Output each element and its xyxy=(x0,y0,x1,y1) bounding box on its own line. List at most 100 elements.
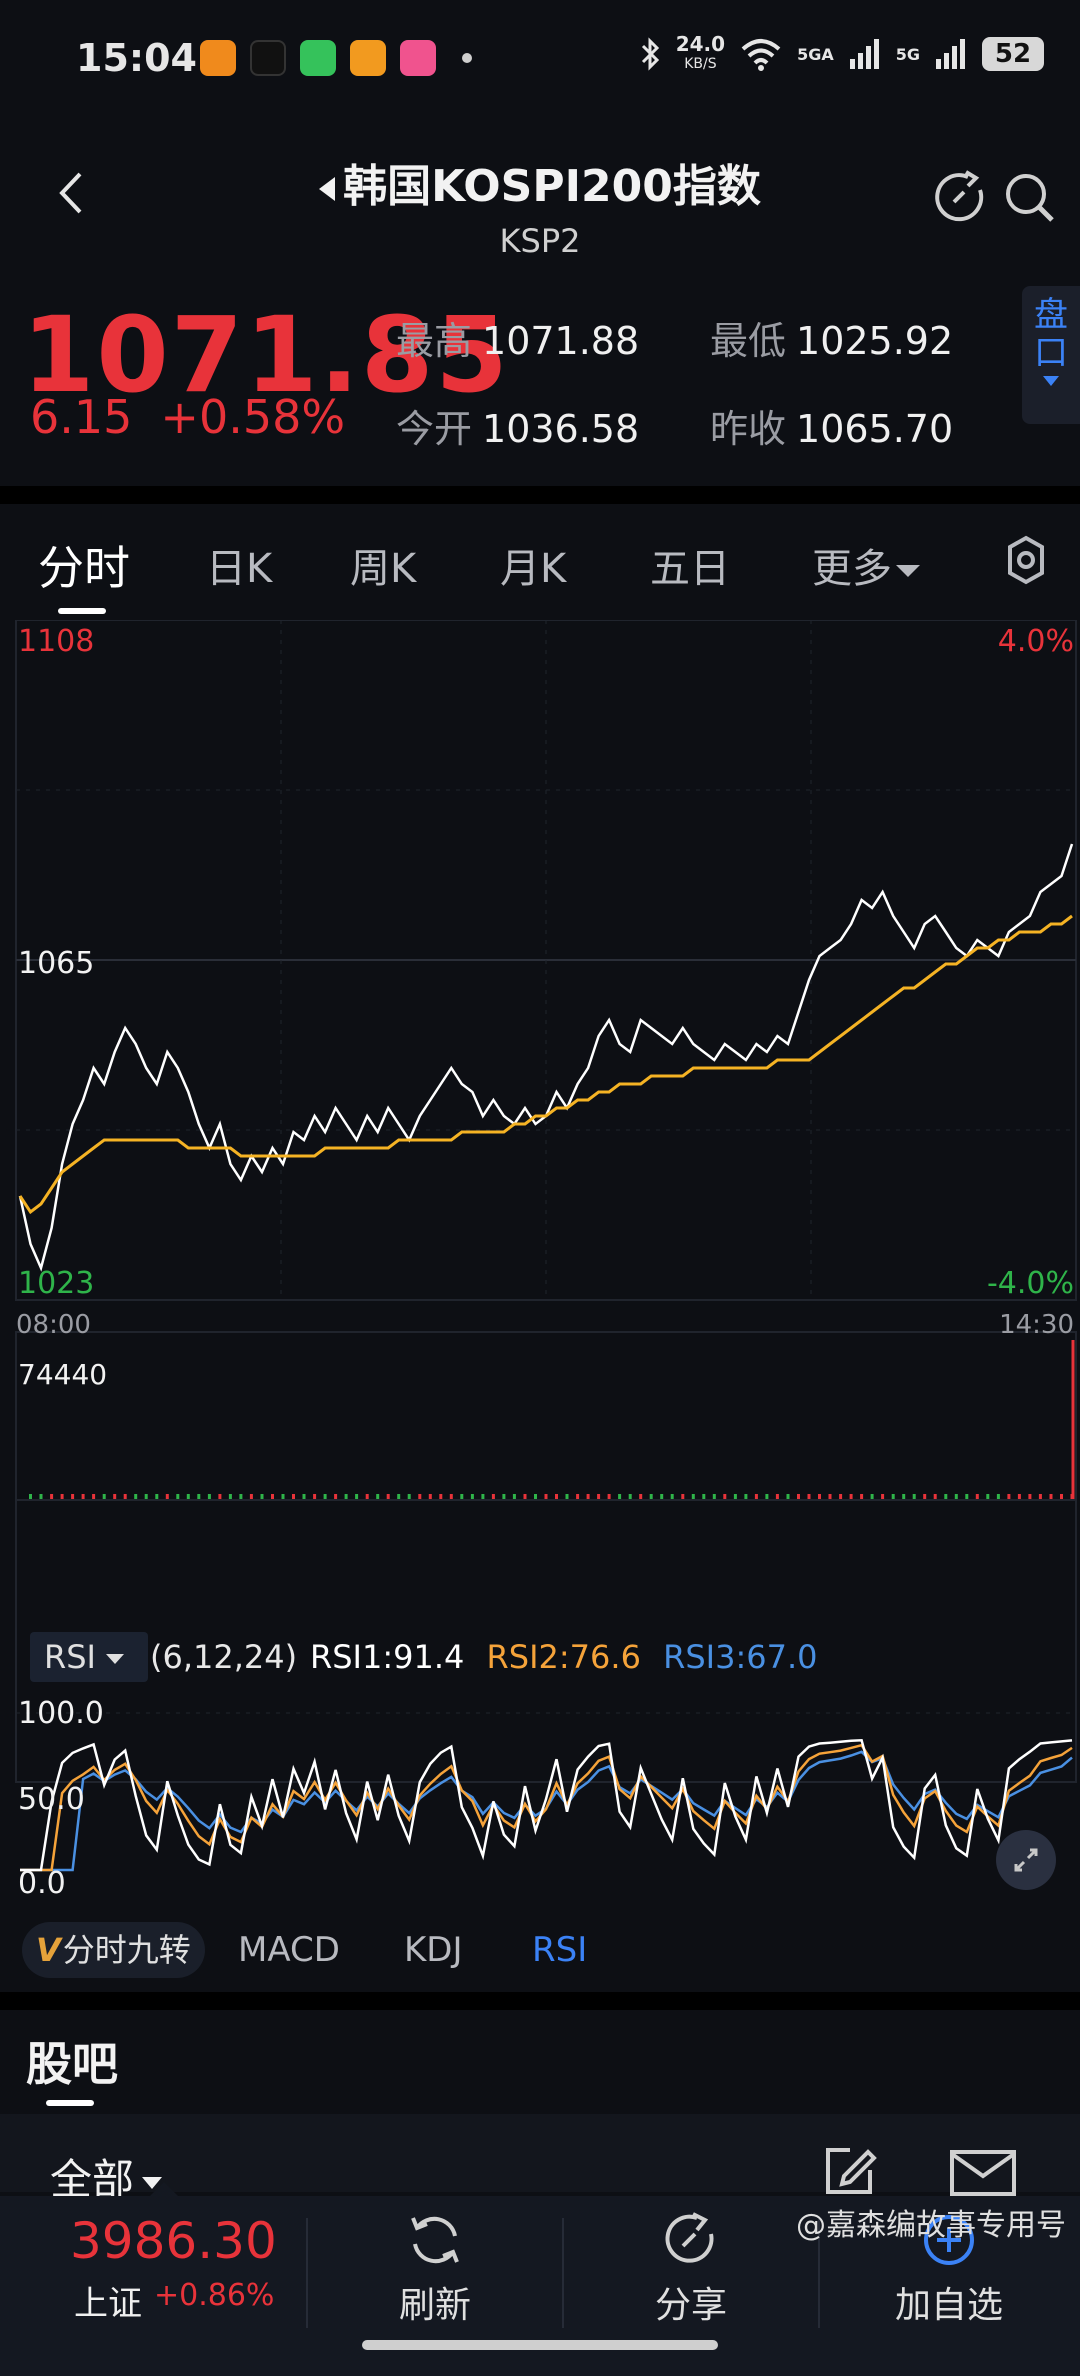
y-axis-min: 1023 xyxy=(18,1266,95,1301)
status-time: 15:04 xyxy=(76,36,197,80)
volume-bar xyxy=(786,1494,790,1499)
bilibili-icon xyxy=(400,40,436,76)
volume-bar xyxy=(818,1494,821,1499)
volume-bar xyxy=(681,1494,685,1499)
volume-bar xyxy=(512,1494,516,1499)
title-block[interactable]: 韩国KOSPI200指数 KSP2 xyxy=(0,150,1080,260)
volume-bar xyxy=(1070,1494,1074,1499)
volume-bar xyxy=(355,1494,359,1499)
tab-intraday[interactable]: 分时 xyxy=(38,532,130,598)
rsi-params: (6,12,24) xyxy=(150,1638,298,1676)
pankou-label: 盘口 xyxy=(1034,295,1068,373)
volume-bar xyxy=(807,1494,811,1499)
volume-bar xyxy=(281,1494,285,1499)
volume-bar xyxy=(386,1494,390,1499)
bottom-bar-pointer xyxy=(150,2182,178,2196)
chart-area[interactable]: 1108 4.0% 1065 1023 -4.0% 08:00 14:30 74… xyxy=(0,620,1080,1970)
share-button[interactable]: 分享 xyxy=(616,2210,766,2328)
rsi-y-100: 100.0 xyxy=(18,1696,104,1731)
mail-icon[interactable] xyxy=(948,2148,1018,2198)
phone-icon xyxy=(300,40,336,76)
price-grid xyxy=(15,620,1077,1301)
volume-bar xyxy=(923,1494,927,1499)
volume-bar xyxy=(1038,1494,1042,1499)
tab-weekly-k[interactable]: 周K xyxy=(350,536,416,594)
volume-bar xyxy=(649,1494,653,1499)
network-speed-unit: KB/S xyxy=(684,56,717,72)
volume-bar xyxy=(1028,1494,1032,1499)
volume-bar xyxy=(260,1494,264,1499)
gear-icon[interactable] xyxy=(998,532,1054,588)
app-screen: 15:04 24.0 KB/S 5GA 5G 52 韩国KOSPI200指数 K… xyxy=(0,0,1080,2376)
volume-bar xyxy=(439,1494,443,1499)
forum-title[interactable]: 股吧 xyxy=(26,2028,118,2094)
indicator-tab-jiuzhuan[interactable]: V分时九转 xyxy=(22,1922,205,1978)
bottom-separator-2 xyxy=(562,2218,564,2328)
pankou-button[interactable]: 盘口 xyxy=(1022,286,1080,424)
add-watchlist-label: 加自选 xyxy=(894,2285,1003,2326)
volume-bar xyxy=(828,1494,832,1499)
refresh-button[interactable]: 刷新 xyxy=(360,2210,510,2328)
rsi-values: RSI1:91.4 RSI2:76.6 RSI3:67.0 xyxy=(310,1638,817,1676)
volume-bar xyxy=(933,1494,937,1499)
volume-bar xyxy=(29,1494,32,1499)
expand-icon[interactable] xyxy=(996,1830,1056,1890)
volume-bar xyxy=(954,1494,958,1499)
volume-bar xyxy=(323,1494,327,1499)
volume-bar xyxy=(975,1494,979,1499)
tab-five-day[interactable]: 五日 xyxy=(650,536,730,594)
volume-bar xyxy=(912,1494,916,1499)
volume-bar xyxy=(50,1494,54,1499)
home-indicator[interactable] xyxy=(362,2340,718,2350)
volume-bar xyxy=(113,1494,117,1499)
chart-canvas[interactable] xyxy=(0,620,1080,1920)
y-axis-mid: 1065 xyxy=(18,946,95,981)
stat-open-value: 1036.58 xyxy=(482,407,640,451)
volume-bar xyxy=(1049,1494,1053,1499)
rsi2-value: RSI2:76.6 xyxy=(486,1638,641,1676)
volume-bar xyxy=(965,1494,969,1499)
search-icon[interactable] xyxy=(1000,168,1060,228)
bluetooth-icon xyxy=(641,37,659,71)
volume-bar xyxy=(555,1494,558,1499)
indicator-tab-kdj[interactable]: KDJ xyxy=(404,1930,463,1970)
volume-bar xyxy=(123,1494,127,1499)
indicator-tab-rsi[interactable]: RSI xyxy=(532,1930,587,1970)
volume-bar xyxy=(986,1494,990,1499)
volume-bar xyxy=(597,1494,601,1499)
volume-bar xyxy=(313,1494,317,1499)
network-5ga-label: 5GA xyxy=(797,44,834,64)
indicator-selector[interactable]: RSI xyxy=(30,1632,148,1682)
tab-monthly-k[interactable]: 月K xyxy=(500,536,566,594)
volume-bar xyxy=(523,1494,527,1499)
volume-bar xyxy=(176,1494,180,1499)
volume-bar xyxy=(460,1494,464,1499)
stat-high-value: 1071.88 xyxy=(482,319,640,363)
stat-low-value: 1025.92 xyxy=(796,319,954,363)
volume-bar xyxy=(891,1494,895,1499)
stat-low: 最低 1025.92 xyxy=(710,310,953,365)
refresh-icon[interactable] xyxy=(932,168,992,228)
volume-bar xyxy=(271,1494,274,1499)
chevron-down-icon xyxy=(896,565,920,577)
compose-icon[interactable] xyxy=(820,2142,880,2198)
rsi-y-0: 0.0 xyxy=(18,1866,66,1901)
volume-bar xyxy=(660,1494,664,1499)
signal-icon xyxy=(849,39,879,69)
jiuzhuan-v-icon: V xyxy=(36,1931,61,1969)
price-series-group xyxy=(18,843,1074,1272)
stat-low-label: 最低 xyxy=(710,319,787,363)
price-line xyxy=(18,843,1074,1272)
volume-bar xyxy=(155,1494,159,1499)
volume-bar xyxy=(344,1494,348,1499)
app-notification-icon xyxy=(200,40,236,76)
rsi3-value: RSI3:67.0 xyxy=(663,1638,818,1676)
indicator-tab-macd[interactable]: MACD xyxy=(238,1930,340,1970)
tab-more[interactable]: 更多 xyxy=(812,536,920,594)
pct-axis-max: 4.0% xyxy=(997,624,1074,659)
tab-daily-k[interactable]: 日K xyxy=(206,536,272,594)
network-speed: 24.0 KB/S xyxy=(676,34,725,74)
indicator-tab-jiuzhuan-label: 分时九转 xyxy=(62,1931,191,1969)
title-switch-arrow-icon[interactable] xyxy=(319,177,336,201)
volume-bar xyxy=(702,1494,706,1499)
